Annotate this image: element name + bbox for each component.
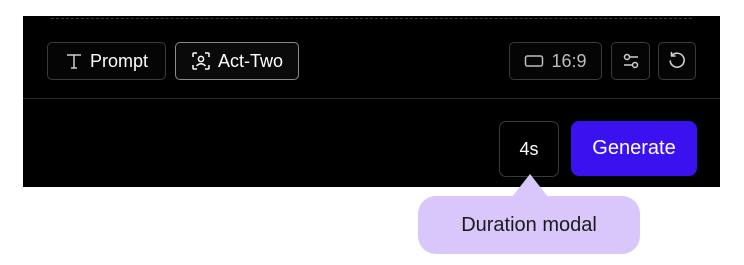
tooltip-arrow bbox=[512, 174, 548, 197]
rectangle-icon bbox=[524, 54, 544, 68]
reset-button[interactable] bbox=[658, 42, 696, 80]
prompt-mode-label: Prompt bbox=[89, 50, 149, 71]
generate-button[interactable]: Generate bbox=[571, 121, 697, 176]
act-two-mode-label: Act-Two bbox=[217, 50, 283, 71]
settings-button[interactable] bbox=[611, 42, 650, 80]
act-two-mode-button[interactable]: Act-Two bbox=[175, 42, 299, 80]
text-icon bbox=[65, 52, 83, 70]
mode-toolbar: Prompt Act-Two 16:9 bbox=[23, 16, 720, 98]
generation-panel: Prompt Act-Two 16:9 4s Generate bbox=[23, 16, 720, 187]
face-scan-icon bbox=[191, 51, 211, 71]
duration-button[interactable]: 4s bbox=[499, 121, 559, 177]
sliders-icon bbox=[621, 51, 641, 71]
refresh-icon bbox=[667, 51, 687, 71]
aspect-ratio-value: 16:9 bbox=[551, 50, 587, 71]
tooltip-text: Duration modal bbox=[461, 213, 597, 236]
aspect-ratio-button[interactable]: 16:9 bbox=[509, 42, 602, 80]
generate-label: Generate bbox=[592, 137, 676, 159]
toolbar-divider bbox=[23, 98, 720, 99]
duration-value: 4s bbox=[519, 138, 539, 159]
duration-tooltip: Duration modal bbox=[418, 196, 640, 254]
prompt-mode-button[interactable]: Prompt bbox=[47, 42, 166, 80]
